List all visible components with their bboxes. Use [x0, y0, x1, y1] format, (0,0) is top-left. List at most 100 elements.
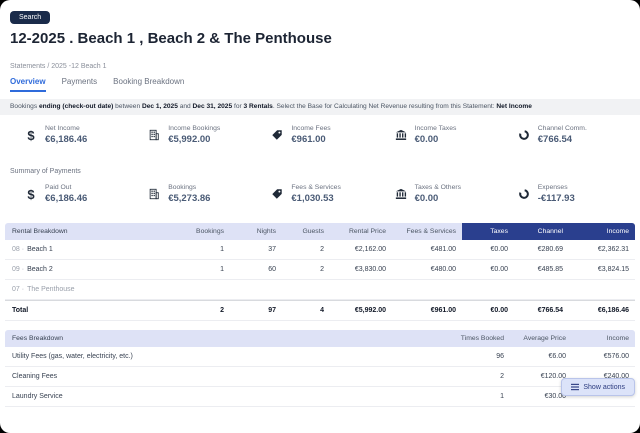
tab-payments[interactable]: Payments	[62, 77, 98, 92]
rental-table-title: Rental Breakdown	[5, 223, 180, 240]
rental-cell: €480.00	[392, 260, 462, 279]
fee-cell: 1	[450, 387, 510, 406]
stat-value: €961.00	[291, 134, 330, 145]
notice-text: and	[178, 103, 193, 110]
stat-label: Income Bookings	[168, 125, 220, 132]
stat-value: €6,186.46	[45, 134, 87, 145]
rental-cell: €481.00	[392, 240, 462, 259]
stat-paid-out: $ Paid Out €6,186.46	[24, 181, 147, 207]
stat-value: €0.00	[415, 134, 457, 145]
notice-text: for	[232, 103, 243, 110]
rental-row-beach-1[interactable]: 08 ·Beach 1 1 37 2 €2,162.00 €481.00 €0.…	[5, 240, 635, 260]
total-cell: €766.54	[514, 301, 569, 320]
stat-label: Net Income	[45, 125, 87, 132]
fee-row-utility[interactable]: Utility Fees (gas, water, electricity, e…	[5, 347, 635, 367]
rental-cell: €3,824.15	[569, 260, 635, 279]
stat-value: €0.00	[415, 193, 461, 204]
column-nights: Nights	[230, 223, 282, 240]
top-bar: Search	[0, 0, 640, 20]
fee-cell: 96	[450, 347, 510, 366]
stat-label: Fees & Services	[291, 184, 340, 191]
notice-text: Bookings	[10, 103, 39, 110]
rental-row-the-penthouse[interactable]: 07 ·The Penthouse	[5, 280, 635, 300]
rental-cell: €3,830.00	[330, 260, 392, 279]
rental-cell	[282, 280, 330, 299]
column-average-price: Average Price	[510, 330, 572, 347]
rental-total-row: Total 2 97 4 €5,992.00 €961.00 €0.00 €76…	[5, 300, 635, 321]
rental-cell	[180, 280, 230, 299]
notice-bold: Net Income	[496, 103, 532, 110]
income-stats-row: $ Net Income €6,186.46 Income Bookings €…	[0, 115, 640, 148]
stat-value: €766.54	[538, 134, 587, 145]
building-icon	[147, 129, 161, 141]
fee-cell: €576.00	[572, 347, 635, 366]
stat-income-fees: Income Fees €961.00	[270, 122, 393, 148]
rental-name: 07 ·The Penthouse	[5, 280, 180, 299]
dollar-icon: $	[24, 187, 38, 202]
fee-row-cleaning[interactable]: Cleaning Fees 2 €120.00 €240.00	[5, 367, 635, 387]
column-income: Income	[569, 223, 635, 240]
rental-cell: €280.69	[514, 240, 569, 259]
stat-label: Expenses	[538, 184, 575, 191]
statement-page: Search 12-2025 . Beach 1 , Beach 2 & The…	[0, 0, 640, 433]
tag-icon	[270, 129, 284, 141]
rental-cell: 2	[282, 240, 330, 259]
doughnut-icon	[517, 188, 531, 200]
rental-cell: €485.85	[514, 260, 569, 279]
notice-text: . Select the Base for Calculating Net Re…	[273, 103, 497, 110]
fees-table-title: Fees Breakdown	[5, 330, 450, 347]
stat-value: €6,186.46	[45, 193, 87, 204]
bank-icon	[394, 188, 408, 200]
stat-label: Bookings	[168, 184, 210, 191]
stat-income-taxes: Income Taxes €0.00	[394, 122, 517, 148]
stat-net-income: $ Net Income €6,186.46	[24, 122, 147, 148]
building-icon	[147, 188, 161, 200]
stat-income-bookings: Income Bookings €5,992.00	[147, 122, 270, 148]
fee-name: Laundry Service	[5, 387, 450, 406]
rental-name: 09 ·Beach 2	[5, 260, 180, 279]
stat-taxes-others: Taxes & Others €0.00	[394, 181, 517, 207]
fee-cell: €6.00	[510, 347, 572, 366]
notice-text: between	[113, 103, 142, 110]
tab-booking-breakdown[interactable]: Booking Breakdown	[113, 77, 184, 92]
actions-list-icon	[571, 383, 579, 391]
stat-expenses: Expenses -€117.93	[517, 181, 640, 207]
rental-cell	[462, 280, 514, 299]
fees-breakdown-table: Fees Breakdown Times Booked Average Pric…	[5, 330, 635, 407]
rental-row-beach-2[interactable]: 09 ·Beach 2 1 60 2 €3,830.00 €480.00 €0.…	[5, 260, 635, 280]
fee-row-laundry[interactable]: Laundry Service 1 €30.00	[5, 387, 635, 407]
rental-cell: 60	[230, 260, 282, 279]
breadcrumb[interactable]: Statements / 2025 -12 Beach 1	[10, 63, 630, 70]
tab-bar: Overview Payments Booking Breakdown	[10, 77, 630, 92]
rental-cell: €2,162.00	[330, 240, 392, 259]
column-times-booked: Times Booked	[450, 330, 510, 347]
column-fees-services: Fees & Services	[392, 223, 462, 240]
fee-name: Utility Fees (gas, water, electricity, e…	[5, 347, 450, 366]
payments-stats-row: $ Paid Out €6,186.46 Bookings €5,273.86 …	[0, 175, 640, 207]
column-channel: Channel	[514, 223, 569, 240]
tag-icon	[270, 188, 284, 200]
stat-label: Income Taxes	[415, 125, 457, 132]
show-actions-button[interactable]: Show actions	[561, 378, 635, 396]
column-fees-income: Income	[572, 330, 635, 347]
rental-cell	[569, 280, 635, 299]
summary-of-payments-label: Summary of Payments	[10, 168, 640, 175]
stat-value: -€117.93	[538, 193, 575, 204]
stat-value: €5,273.86	[168, 193, 210, 204]
rental-cell	[392, 280, 462, 299]
rental-cell: 1	[180, 260, 230, 279]
stat-value: €5,992.00	[168, 134, 220, 145]
total-label: Total	[5, 301, 180, 320]
column-bookings: Bookings	[180, 223, 230, 240]
fees-table-header: Fees Breakdown Times Booked Average Pric…	[5, 330, 635, 347]
tab-overview[interactable]: Overview	[10, 77, 46, 92]
search-button[interactable]: Search	[10, 11, 50, 24]
stat-label: Income Fees	[291, 125, 330, 132]
notice-bold: ending (check-out date)	[39, 103, 113, 110]
unit-number: 07 ·	[12, 286, 24, 293]
total-cell: €0.00	[462, 301, 514, 320]
rental-cell: €0.00	[462, 240, 514, 259]
notice-bold: 3 Rentals	[244, 103, 273, 110]
total-cell: €961.00	[392, 301, 462, 320]
stat-value: €1,030.53	[291, 193, 340, 204]
